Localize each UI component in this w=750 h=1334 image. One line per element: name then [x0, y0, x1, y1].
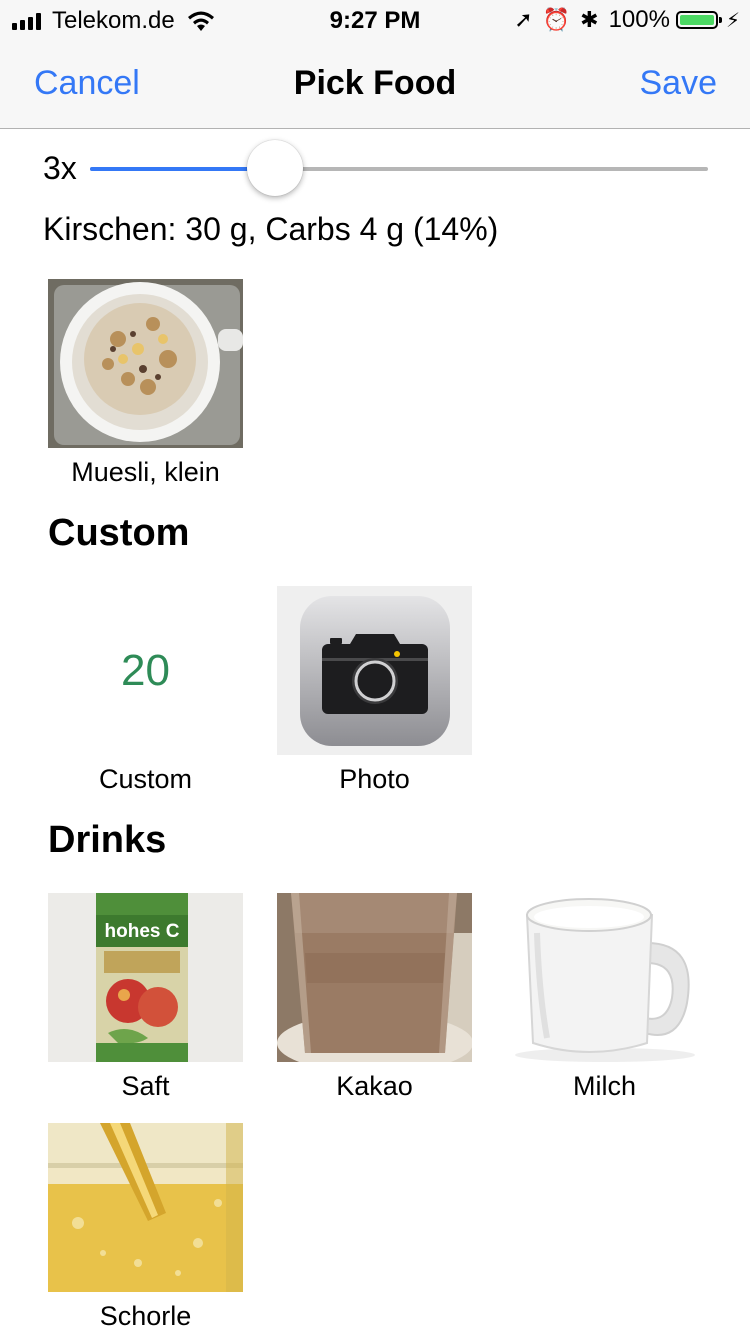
food-tile-muesli[interactable]: Muesli, klein	[48, 279, 243, 488]
food-tile-saft[interactable]: hohes C Saft	[48, 893, 243, 1102]
muesli-photo[interactable]	[48, 279, 243, 448]
navigation-bar: Cancel Pick Food Save	[0, 40, 750, 129]
food-tile-schorle[interactable]: Schorle	[48, 1123, 243, 1332]
food-label: Muesli, klein	[71, 457, 220, 487]
custom-value[interactable]: 20	[48, 586, 243, 755]
section-title-drinks: Drinks	[48, 819, 167, 861]
food-label: Schorle	[99, 1301, 192, 1331]
spritzer-glass-photo[interactable]	[48, 1123, 243, 1292]
slider-thumb[interactable]	[247, 140, 303, 196]
alarm-icon: ⏰	[542, 7, 571, 32]
section-title-custom: Custom	[48, 512, 190, 554]
battery-percent: 100%	[608, 6, 670, 33]
location-icon: ➚	[514, 7, 533, 32]
bluetooth-icon: ✱	[580, 7, 599, 32]
camera-app-icon[interactable]	[277, 586, 472, 755]
food-label: Custom	[98, 764, 193, 794]
photo-tile[interactable]: Photo	[277, 586, 472, 795]
custom-value-tile[interactable]: 20 Custom	[48, 586, 243, 795]
juice-carton-photo[interactable]: hohes C	[48, 893, 243, 1062]
food-tile-milch[interactable]: Milch	[507, 893, 702, 1102]
battery-icon	[675, 11, 722, 29]
food-label: Kakao	[336, 1071, 413, 1101]
status-bar: Telekom.de 9:27 PM ➚ ⏰ ✱ 100% ⚡	[0, 0, 750, 40]
food-tile-kakao[interactable]: Kakao	[277, 893, 472, 1102]
food-label: Saft	[121, 1071, 170, 1101]
cocoa-glass-photo[interactable]	[277, 893, 472, 1062]
battery-fill	[679, 15, 714, 25]
quantity-slider[interactable]	[90, 138, 708, 198]
milk-mug-photo[interactable]	[507, 893, 702, 1062]
status-right: ➚ ⏰ ✱ 100% ⚡	[504, 6, 740, 34]
save-button[interactable]: Save	[640, 64, 718, 103]
food-label: Milch	[572, 1071, 636, 1101]
multiplier-label: 3x	[43, 150, 77, 186]
carton-brand-text: hohes C	[105, 921, 180, 942]
page-title: Pick Food	[293, 64, 457, 102]
charging-icon: ⚡	[725, 9, 740, 32]
food-summary: Kirschen: 30 g, Carbs 4 g (14%)	[43, 211, 499, 247]
food-label: Photo	[339, 764, 410, 794]
